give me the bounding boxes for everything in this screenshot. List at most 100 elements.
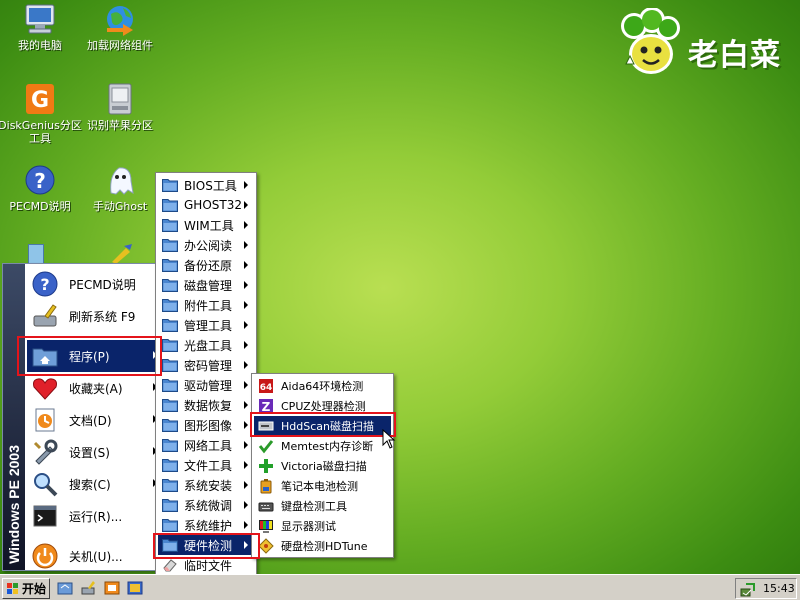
submenu-arrow-icon — [244, 261, 248, 269]
program-item[interactable]: 系统安装 — [158, 475, 254, 495]
program-item[interactable]: 驱动管理 — [158, 375, 254, 395]
start-item-label: 搜索(C) — [69, 477, 111, 492]
hw-item-victoria[interactable]: Victoria磁盘扫描 — [254, 456, 391, 476]
folder-icon — [162, 238, 178, 252]
program-item[interactable]: 文件工具 — [158, 455, 254, 475]
memtest-icon — [258, 438, 274, 454]
program-item[interactable]: 图形图像 — [158, 415, 254, 435]
windows-logo-icon — [7, 582, 19, 595]
program-item[interactable]: 密码管理 — [158, 355, 254, 375]
folder-icon — [162, 258, 178, 272]
start-menu-separator — [29, 334, 161, 335]
folder-icon — [162, 198, 178, 212]
start-item-shutdown[interactable]: 关机(U)... — [27, 540, 165, 572]
program-item[interactable]: BIOS工具 — [158, 175, 254, 195]
program-item[interactable]: 磁盘管理 — [158, 275, 254, 295]
program-item[interactable]: WIM工具 — [158, 215, 254, 235]
shutdown-icon — [31, 542, 59, 570]
apple-partition-icon — [103, 82, 137, 116]
start-item-label: 设置(S) — [69, 445, 110, 460]
ghost-icon — [103, 163, 137, 197]
start-item-favorites[interactable]: 收藏夹(A) — [27, 372, 165, 404]
desktop-icon-label: DiskGenius分区工具 — [0, 119, 82, 145]
submenu-arrow-icon — [244, 401, 248, 409]
start-menu-banner-text: Windows PE 2003 — [6, 445, 22, 564]
desktop-icon-apple-partition[interactable]: 识别苹果分区 — [77, 82, 163, 132]
start-button[interactable]: 开始 — [2, 578, 50, 599]
hw-item-label: Aida64环境检测 — [281, 380, 364, 393]
svg-text:G: G — [31, 88, 49, 113]
highlight-box-hddscan — [250, 412, 396, 437]
program-item[interactable]: 数据恢复 — [158, 395, 254, 415]
program-item-label: 图形图像 — [184, 418, 233, 433]
keyboard-icon — [258, 498, 274, 514]
desktop-icon-diskgenius[interactable]: G DiskGenius分区工具 — [0, 82, 83, 145]
program-item[interactable]: 办公阅读 — [158, 235, 254, 255]
hw-item-battery[interactable]: 笔记本电池检测 — [254, 476, 391, 496]
network-status-icon[interactable] — [740, 581, 756, 597]
hw-item-memtest[interactable]: Memtest内存诊断 — [254, 436, 391, 456]
program-item[interactable]: 附件工具 — [158, 295, 254, 315]
folder-icon — [162, 298, 178, 312]
hw-item-hdtune[interactable]: 硬盘检测HDTune — [254, 536, 391, 556]
program-item-label: 密码管理 — [184, 358, 233, 373]
program-item-label: BIOS工具 — [184, 178, 237, 193]
folder-icon — [162, 318, 178, 332]
submenu-arrow-icon — [244, 501, 248, 509]
start-item-search[interactable]: 搜索(C) — [27, 468, 165, 500]
folder-icon — [162, 418, 178, 432]
submenu-arrow-icon — [244, 341, 248, 349]
hidden-desktop-icon — [28, 244, 44, 264]
quick-launch-2-icon[interactable] — [80, 580, 96, 596]
start-item-label: PECMD说明 — [69, 277, 136, 292]
clock[interactable]: 15:43 — [763, 582, 795, 595]
program-item-label: 磁盘管理 — [184, 278, 233, 293]
start-item-run[interactable]: 运行(R)... — [27, 500, 165, 532]
folder-icon — [162, 218, 178, 232]
search-icon — [31, 470, 59, 498]
program-item[interactable]: 系统微调 — [158, 495, 254, 515]
documents-icon — [31, 406, 59, 434]
program-item[interactable]: 网络工具 — [158, 435, 254, 455]
start-item-refresh-system[interactable]: 刷新系统 F9 — [27, 300, 165, 332]
hw-item-aida64[interactable]: 64 Aida64环境检测 — [254, 376, 391, 396]
program-item-label: 光盘工具 — [184, 338, 233, 353]
desktop-icon-manual-ghost[interactable]: 手动Ghost — [77, 163, 163, 213]
program-item[interactable]: 光盘工具 — [158, 335, 254, 355]
submenu-arrow-icon — [244, 461, 248, 469]
start-item-pecmd-help[interactable]: ? PECMD说明 — [27, 268, 165, 300]
hw-item-monitor-test[interactable]: 显示器测试 — [254, 516, 391, 536]
quick-launch-4-icon[interactable] — [127, 580, 143, 596]
program-item[interactable]: 备份还原 — [158, 255, 254, 275]
program-item[interactable]: GHOST32 — [158, 195, 254, 215]
quick-launch-3-icon[interactable] — [104, 580, 120, 596]
desktop-icon-label: PECMD说明 — [9, 200, 71, 213]
submenu-arrow-icon — [244, 521, 248, 529]
submenu-arrow-icon — [244, 301, 248, 309]
desktop-icon-pecmd-help[interactable]: ? PECMD说明 — [0, 163, 83, 213]
program-item-label: 文件工具 — [184, 458, 233, 473]
submenu-arrow-icon — [244, 241, 248, 249]
start-item-label: 收藏夹(A) — [69, 381, 123, 396]
folder-icon — [162, 438, 178, 452]
start-item-label: 文档(D) — [69, 413, 112, 428]
program-item[interactable]: 管理工具 — [158, 315, 254, 335]
desktop-icon-load-network[interactable]: 加载网络组件 — [77, 2, 163, 52]
cabbage-mascot-icon — [616, 7, 686, 78]
program-item-label: 系统微调 — [184, 498, 233, 513]
start-item-documents[interactable]: 文档(D) — [27, 404, 165, 436]
start-menu-separator — [29, 536, 161, 537]
quick-launch-1-icon[interactable] — [57, 580, 73, 596]
start-item-settings[interactable]: 设置(S) — [27, 436, 165, 468]
highlight-box-programs — [17, 336, 162, 376]
program-item[interactable]: 系统维护 — [158, 515, 254, 535]
taskbar: 开始 15:43 — [0, 574, 800, 600]
refresh-brush-icon — [31, 302, 59, 330]
submenu-arrow-icon — [244, 181, 248, 189]
hw-item-keyboard[interactable]: 键盘检测工具 — [254, 496, 391, 516]
program-item-label: 网络工具 — [184, 438, 233, 453]
folder-icon — [162, 498, 178, 512]
folder-icon — [162, 518, 178, 532]
desktop-icon-my-computer[interactable]: 我的电脑 — [0, 2, 83, 52]
desktop-icon-label: 我的电脑 — [18, 39, 62, 52]
